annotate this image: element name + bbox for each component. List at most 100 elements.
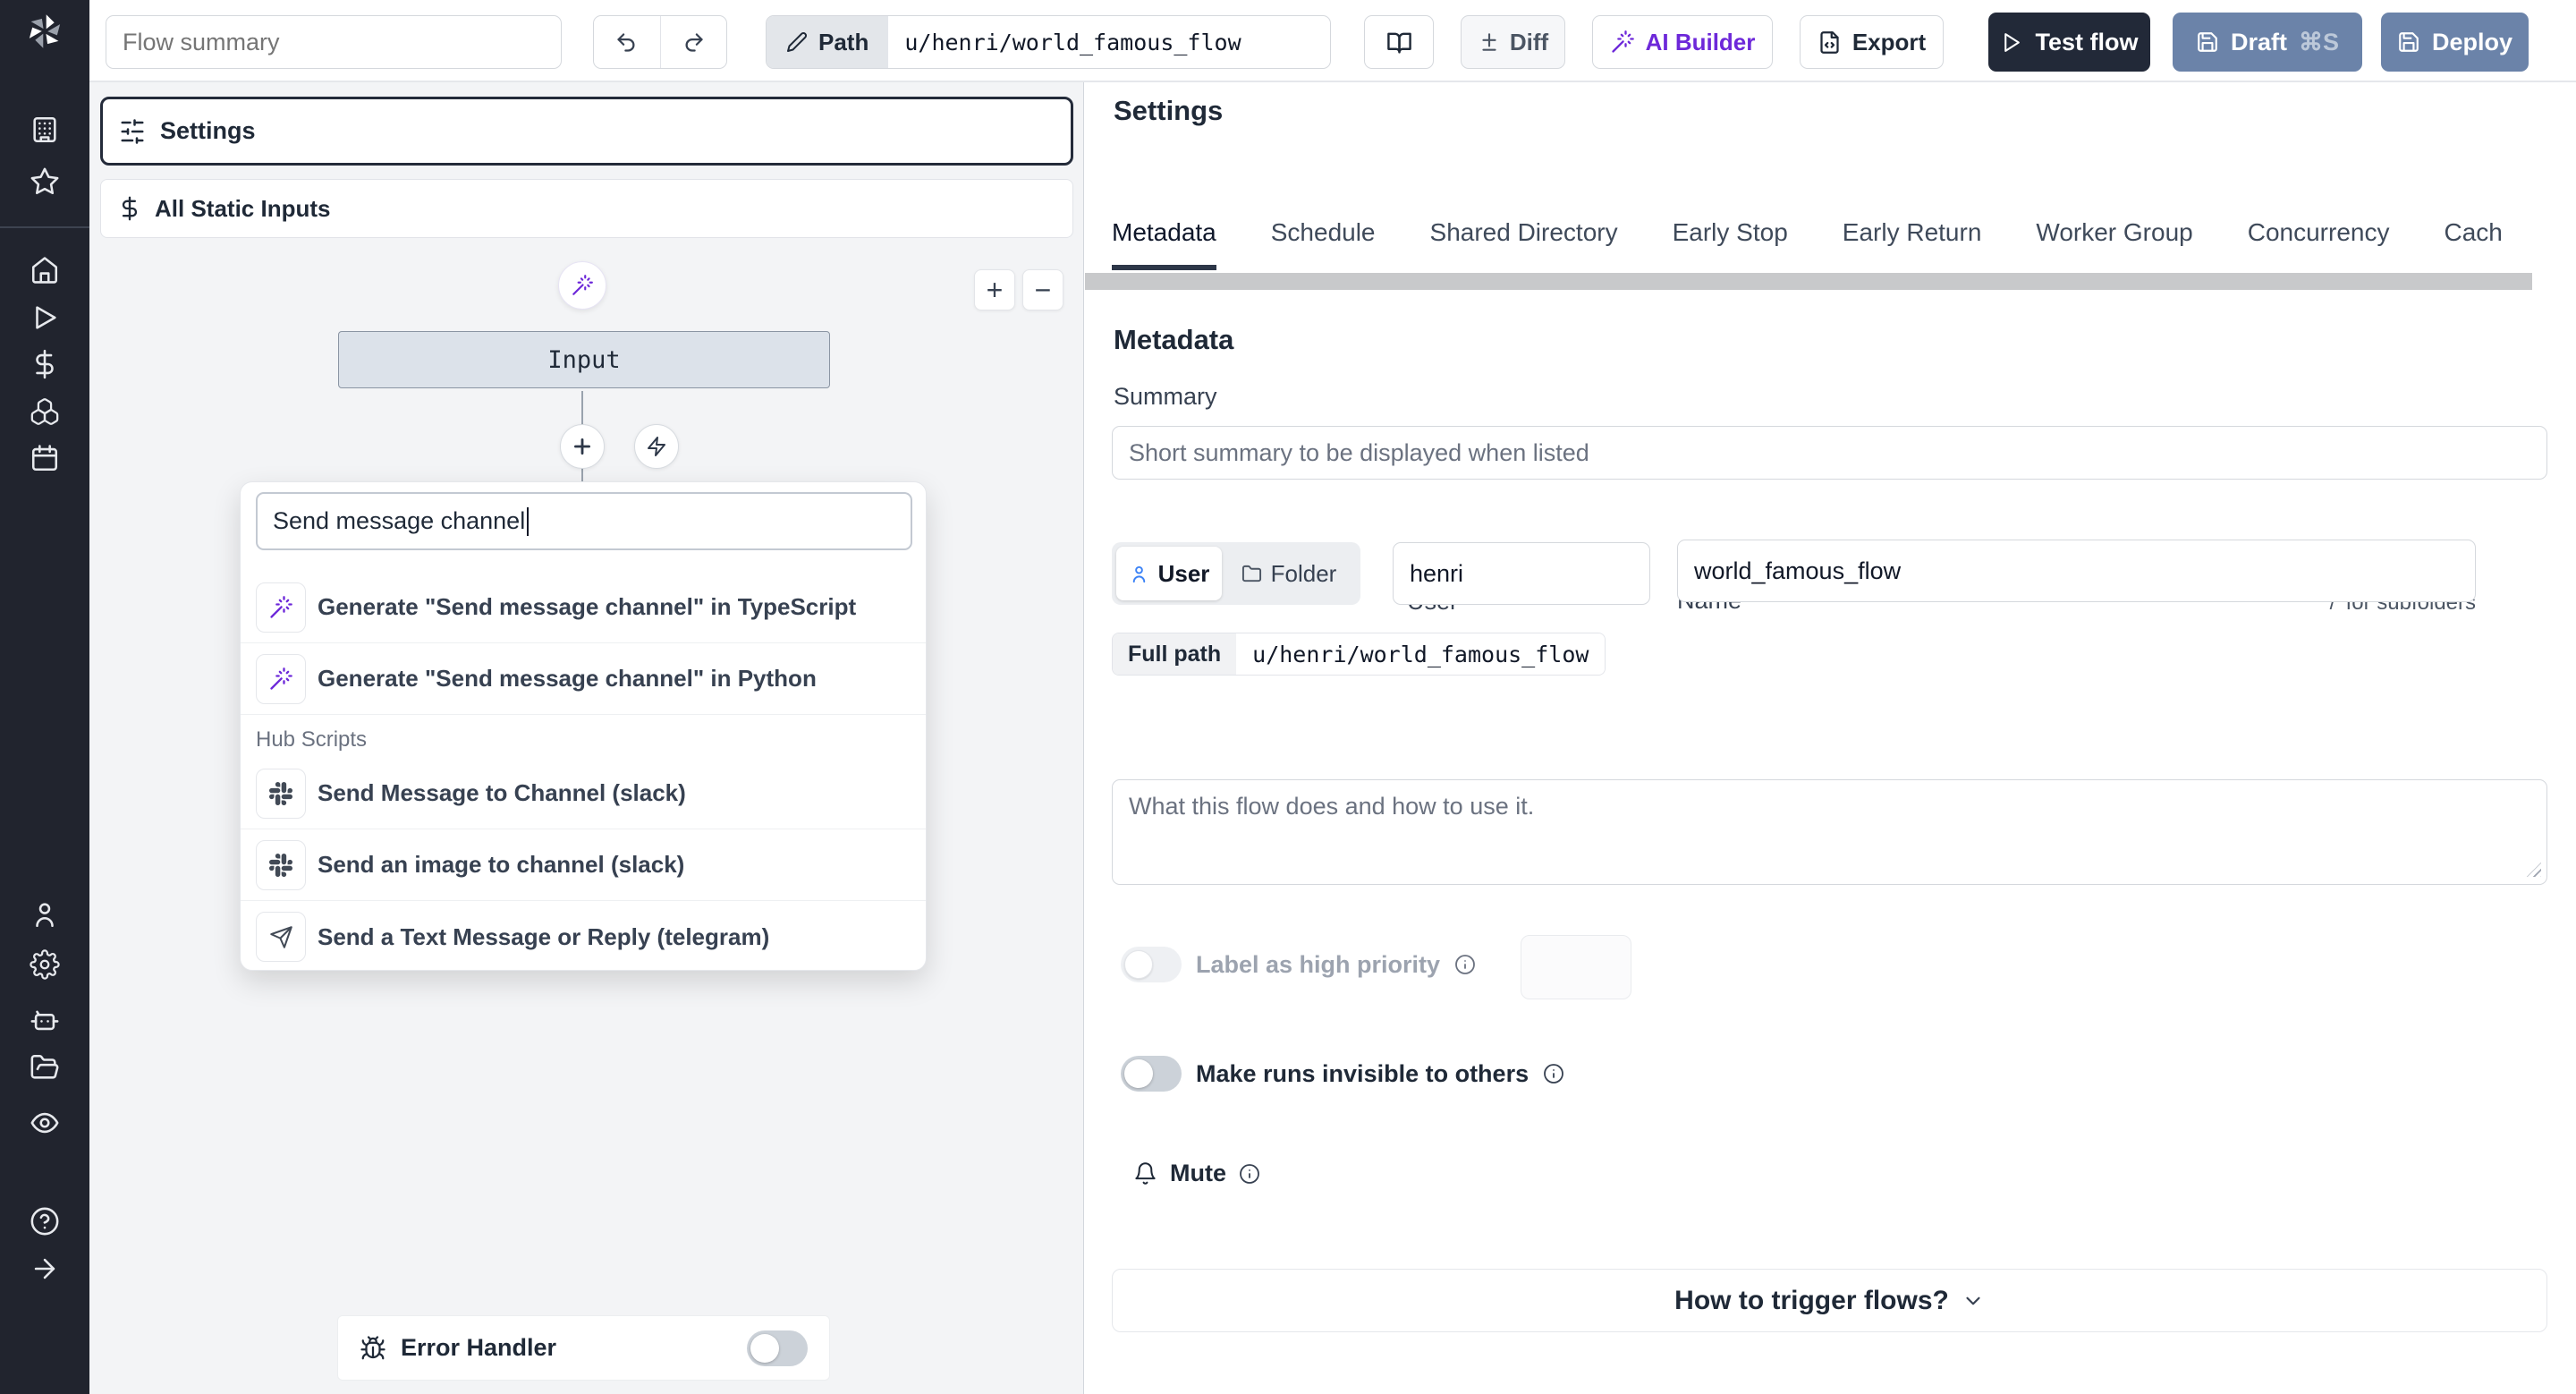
zoom-out-button[interactable]: − [1022, 269, 1063, 310]
tab-early-return[interactable]: Early Return [1843, 218, 1982, 270]
suggestion-generate-typescript[interactable]: Generate "Send message channel" in TypeS… [241, 572, 926, 643]
sliders-icon [119, 118, 146, 145]
windmill-logo[interactable] [24, 11, 65, 52]
high-priority-toggle[interactable] [1121, 947, 1182, 982]
path-chip-label: Path [818, 28, 869, 55]
path-control[interactable]: Path u/henri/world_famous_flow [766, 15, 1331, 69]
flow-settings-label: Settings [160, 117, 256, 144]
suggestion-label: Send an image to channel (slack) [318, 851, 685, 878]
add-step-button[interactable] [560, 424, 605, 469]
suggestion-label: Generate "Send message channel" in TypeS… [318, 593, 857, 620]
tab-early-stop[interactable]: Early Stop [1673, 218, 1788, 270]
bell-icon [1133, 1161, 1157, 1186]
topbar: Path u/henri/world_famous_flow Diff AI B… [89, 0, 2576, 82]
tab-worker-group[interactable]: Worker Group [2036, 218, 2192, 270]
resources-icon[interactable] [30, 396, 60, 427]
book-open-icon [1386, 30, 1412, 55]
step-search-input[interactable]: Send message channel [256, 492, 912, 550]
hub-script-slack-message[interactable]: Send Message to Channel (slack) [241, 758, 926, 829]
draft-shortcut: ⌘S [2299, 28, 2340, 55]
info-icon[interactable] [1543, 1063, 1564, 1084]
summary-input[interactable] [1112, 426, 2547, 480]
path-user-input[interactable] [1393, 542, 1650, 605]
docs-button[interactable] [1364, 15, 1434, 69]
save-icon [2196, 30, 2219, 54]
hub-script-slack-image[interactable]: Send an image to channel (slack) [241, 829, 926, 901]
invisible-runs-toggle[interactable] [1121, 1056, 1182, 1092]
deploy-button[interactable]: Deploy [2381, 13, 2529, 72]
path-name-input[interactable] [1677, 540, 2476, 602]
how-to-trigger-flows-button[interactable]: How to trigger flows? [1112, 1269, 2547, 1332]
input-node[interactable]: Input [338, 331, 830, 388]
owner-user-option[interactable]: User [1116, 547, 1222, 600]
error-handler-label: Error Handler [401, 1334, 557, 1361]
undo-button[interactable] [594, 16, 660, 68]
bug-icon [360, 1335, 386, 1362]
user-icon [1129, 564, 1149, 584]
settings-panel-title: Settings [1114, 95, 1224, 126]
all-static-inputs-button[interactable]: All Static Inputs [100, 179, 1073, 238]
zap-icon [648, 437, 665, 456]
settings-gear-icon[interactable] [30, 949, 60, 980]
expand-arrow-icon[interactable] [30, 1254, 60, 1284]
error-handler-toggle[interactable] [747, 1330, 808, 1366]
runs-icon[interactable] [30, 302, 60, 333]
plus-icon [574, 438, 590, 455]
error-handler-node[interactable]: Error Handler [337, 1315, 830, 1381]
full-path-label: Full path [1113, 633, 1237, 675]
favorites-star-icon[interactable] [30, 166, 60, 197]
undo-redo-group [593, 15, 727, 69]
workspace-icon[interactable] [30, 115, 60, 145]
wand-sparkles-icon [572, 275, 593, 295]
owner-user-label: User [1157, 559, 1210, 587]
schedules-icon[interactable] [30, 443, 60, 473]
sidebar [0, 0, 89, 1394]
path-value: u/henri/world_famous_flow [904, 29, 1241, 55]
add-trigger-button[interactable] [634, 424, 679, 469]
diff-label: Diff [1509, 28, 1549, 55]
user-icon[interactable] [30, 899, 60, 930]
zoom-in-button[interactable]: + [974, 269, 1015, 310]
tab-cache[interactable]: Cach [2444, 218, 2502, 270]
tab-shared-directory[interactable]: Shared Directory [1430, 218, 1618, 270]
diff-icon [1478, 30, 1501, 54]
path-owner-toggle: User Folder [1112, 542, 1360, 605]
tab-schedule[interactable]: Schedule [1271, 218, 1376, 270]
tab-metadata[interactable]: Metadata [1112, 218, 1216, 270]
sidebar-divider [0, 226, 89, 228]
flow-summary-input[interactable] [106, 15, 562, 69]
hub-script-telegram-message[interactable]: Send a Text Message or Reply (telegram) [241, 901, 926, 973]
home-icon[interactable] [30, 255, 60, 285]
workers-robot-icon[interactable] [30, 1005, 60, 1035]
suggestion-generate-python[interactable]: Generate "Send message channel" in Pytho… [241, 643, 926, 715]
zoom-in-label: + [986, 273, 1004, 306]
tab-concurrency[interactable]: Concurrency [2248, 218, 2390, 270]
export-button[interactable]: Export [1800, 15, 1944, 69]
suggestion-label: Send Message to Channel (slack) [318, 779, 686, 806]
slack-icon [256, 839, 306, 890]
invisible-runs-row: Make runs invisible to others [1121, 1056, 1564, 1092]
path-chip: Path [767, 16, 889, 68]
owner-folder-option[interactable]: Folder [1222, 547, 1356, 600]
folders-icon[interactable] [30, 1052, 60, 1083]
info-icon[interactable] [1239, 1163, 1260, 1185]
suggestion-label: Generate "Send message channel" in Pytho… [318, 665, 817, 692]
tabs-horizontal-scrollbar[interactable] [1085, 273, 2532, 290]
variables-icon[interactable] [30, 349, 60, 379]
info-icon[interactable] [1454, 954, 1476, 975]
test-flow-button[interactable]: Test flow [1988, 13, 2150, 72]
flow-settings-button[interactable]: Settings [100, 97, 1073, 166]
ai-builder-button[interactable]: AI Builder [1592, 15, 1773, 69]
metadata-heading: Metadata [1114, 324, 1234, 355]
audit-eye-icon[interactable] [30, 1108, 60, 1138]
full-path-value: u/henri/world_famous_flow [1236, 633, 1606, 675]
diff-button[interactable]: Diff [1461, 15, 1565, 69]
step-search-value: Send message channel [273, 507, 526, 534]
draft-button[interactable]: Draft ⌘S [2173, 13, 2362, 72]
help-icon[interactable] [30, 1206, 60, 1237]
redo-button[interactable] [659, 16, 727, 68]
slack-icon [256, 768, 306, 819]
save-icon [2397, 30, 2420, 54]
description-textarea[interactable] [1112, 779, 2547, 885]
ai-flow-builder-node[interactable] [558, 261, 606, 310]
